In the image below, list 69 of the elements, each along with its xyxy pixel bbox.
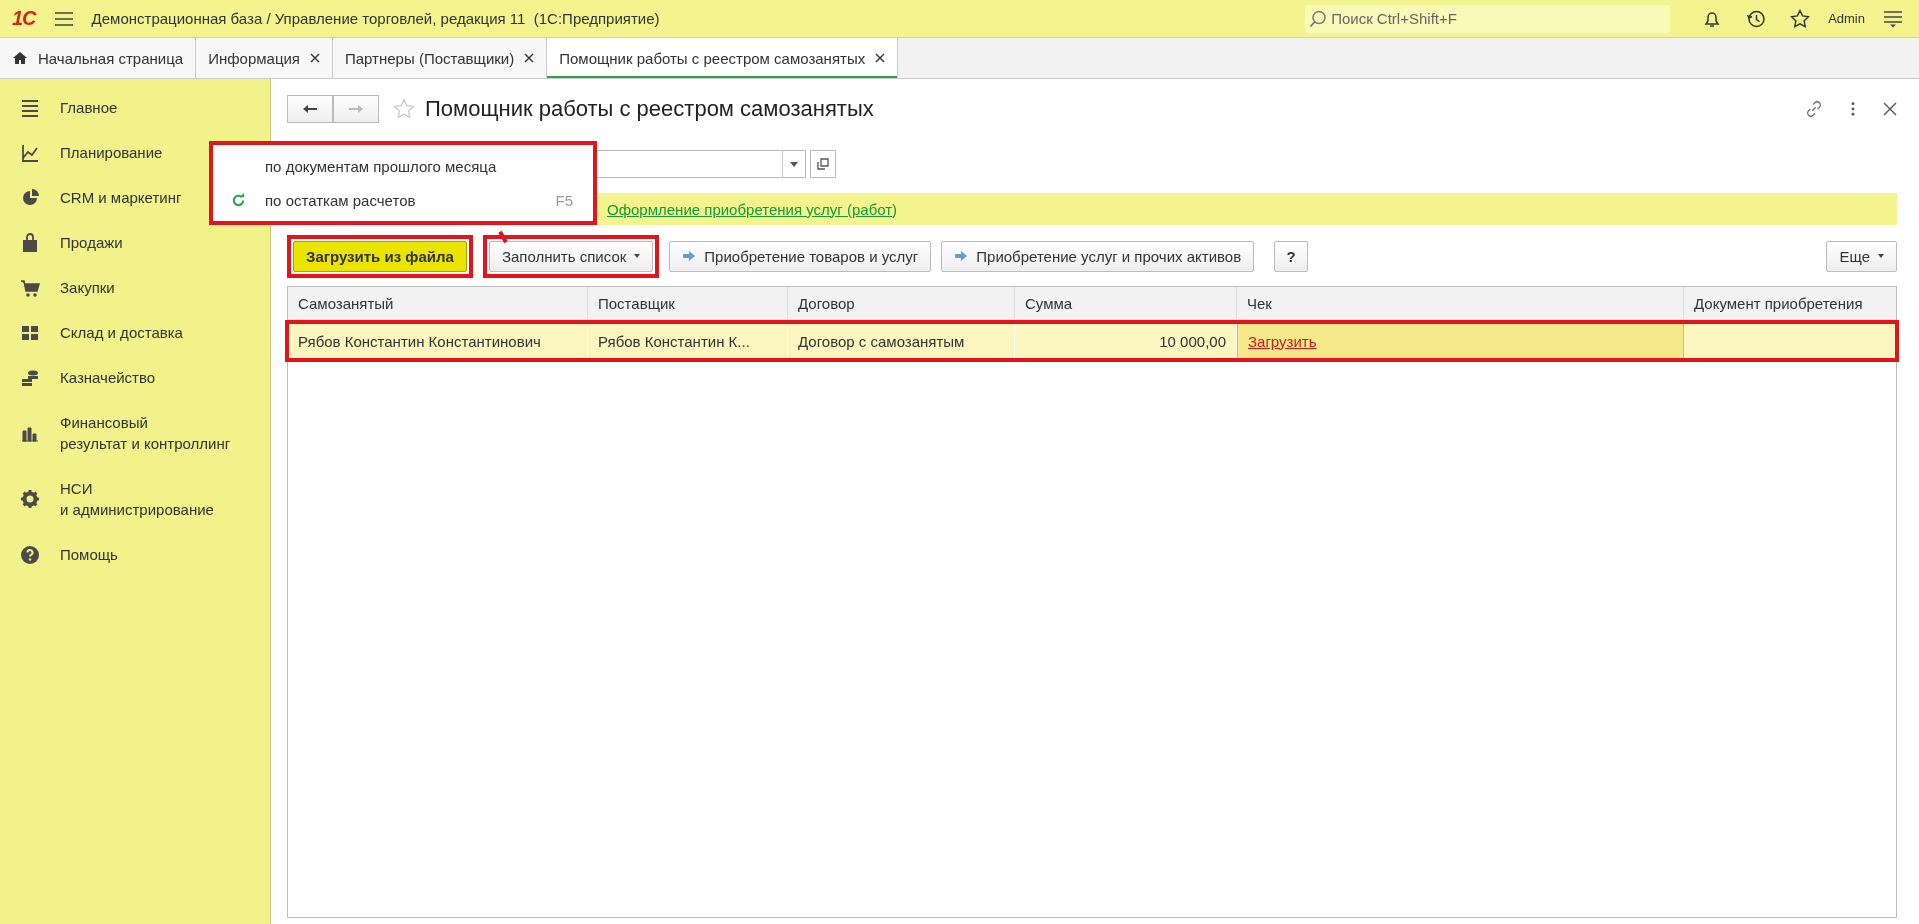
app-title: Демонстрационная база / Управление торговлей, редакция 11 (1С:Предприятие) bbox=[91, 10, 661, 27]
toolbar-button[interactable]: Заполнить список bbox=[488, 240, 654, 272]
table-cell: Договор с самозанятым bbox=[788, 323, 1015, 359]
table-cell: Рябов Константин Константинович bbox=[288, 323, 588, 359]
tab[interactable]: Информация bbox=[196, 38, 333, 78]
settings-menu-icon[interactable] bbox=[1883, 9, 1903, 28]
history-icon[interactable] bbox=[1746, 8, 1767, 29]
menu-icon bbox=[20, 97, 40, 118]
column-header[interactable]: Сумма bbox=[1015, 287, 1237, 319]
tab-label: Помощник работы с реестром самозанятых bbox=[559, 49, 866, 67]
upload-link[interactable]: Загрузить bbox=[1248, 332, 1317, 350]
sidebar-item[interactable]: Казначейство bbox=[0, 355, 270, 400]
gear-icon bbox=[20, 489, 40, 509]
tab[interactable]: Партнеры (Поставщики) bbox=[333, 38, 548, 78]
tab-label: Информация bbox=[208, 49, 300, 67]
toolbar-button[interactable]: Загрузить из файла bbox=[293, 240, 467, 272]
forward-arrow-icon bbox=[348, 104, 364, 114]
column-header[interactable]: Документ приобретения bbox=[1684, 287, 1896, 319]
menu-item[interactable]: по остаткам расчетов F5 bbox=[213, 183, 593, 217]
sidebar-item[interactable]: Закупки bbox=[0, 265, 270, 310]
back-button[interactable] bbox=[287, 95, 333, 123]
close-icon[interactable] bbox=[1883, 102, 1897, 116]
tab[interactable]: Помощник работы с реестром самозанятых bbox=[547, 38, 899, 78]
tab-label: Партнеры (Поставщики) bbox=[345, 49, 515, 67]
arrow-icon bbox=[682, 250, 697, 262]
back-arrow-icon bbox=[302, 104, 318, 114]
close-icon[interactable] bbox=[524, 53, 535, 63]
toolbar-button[interactable]: Приобретение товаров и услуг bbox=[669, 240, 932, 272]
close-icon[interactable] bbox=[875, 53, 886, 63]
cart-icon bbox=[20, 277, 40, 298]
home-icon bbox=[12, 51, 28, 65]
column-header[interactable]: Чек bbox=[1237, 287, 1684, 319]
arrow-icon bbox=[954, 250, 969, 262]
search-field[interactable]: Поиск Ctrl+Shift+F bbox=[1305, 4, 1671, 33]
column-header[interactable]: Самозанятый bbox=[288, 287, 588, 319]
column-header[interactable]: Договор bbox=[788, 287, 1015, 319]
search-icon bbox=[1309, 9, 1328, 28]
close-icon[interactable] bbox=[310, 53, 320, 63]
pie-icon bbox=[20, 187, 40, 208]
caret-icon bbox=[1878, 254, 1884, 258]
user-name[interactable]: Admin bbox=[1828, 11, 1865, 26]
sidebar-item[interactable]: Склад и доставка bbox=[0, 310, 270, 355]
form-title: Помощник работы с реестром самозанятых bbox=[425, 96, 874, 122]
open-icon bbox=[817, 158, 829, 170]
sidebar-item[interactable]: Финансовый результат и контроллинг bbox=[0, 400, 270, 466]
star-icon[interactable] bbox=[1790, 8, 1811, 29]
toolbar-button[interactable]: Приобретение услуг и прочих активов bbox=[941, 240, 1255, 272]
table-row[interactable]: Рябов Константин Константинович Рябов Константин К... Договор с самозанятым 10 000,00 Загрузить bbox=[288, 323, 1896, 359]
sidebar-item[interactable]: Продажи bbox=[0, 220, 270, 265]
sidebar-item[interactable]: Главное bbox=[0, 85, 270, 130]
refresh-icon bbox=[231, 192, 246, 208]
help-icon bbox=[20, 544, 40, 565]
column-header[interactable]: Поставщик bbox=[588, 287, 788, 319]
more-button[interactable]: Еще bbox=[1826, 240, 1897, 272]
sidebar-item[interactable]: НСИ и администрирование bbox=[0, 466, 270, 532]
chart-icon bbox=[20, 142, 40, 163]
open-button[interactable] bbox=[810, 150, 836, 178]
menu-icon[interactable] bbox=[53, 10, 74, 27]
link-icon[interactable] bbox=[1805, 100, 1823, 118]
menu-item[interactable]: по документам прошлого месяца bbox=[213, 149, 593, 183]
more-options-icon[interactable] bbox=[1851, 102, 1855, 116]
app-logo[interactable]: 1С bbox=[12, 7, 36, 30]
table-cell: Рябов Константин К... bbox=[588, 323, 788, 359]
tab-label: Начальная страница bbox=[38, 49, 184, 67]
tab[interactable]: Начальная страница bbox=[0, 38, 197, 78]
table-cell[interactable]: Загрузить bbox=[1237, 323, 1684, 359]
sidebar-item[interactable]: Помощь bbox=[0, 532, 270, 577]
help-button[interactable]: ? bbox=[1274, 240, 1309, 272]
caret-icon bbox=[634, 254, 641, 258]
